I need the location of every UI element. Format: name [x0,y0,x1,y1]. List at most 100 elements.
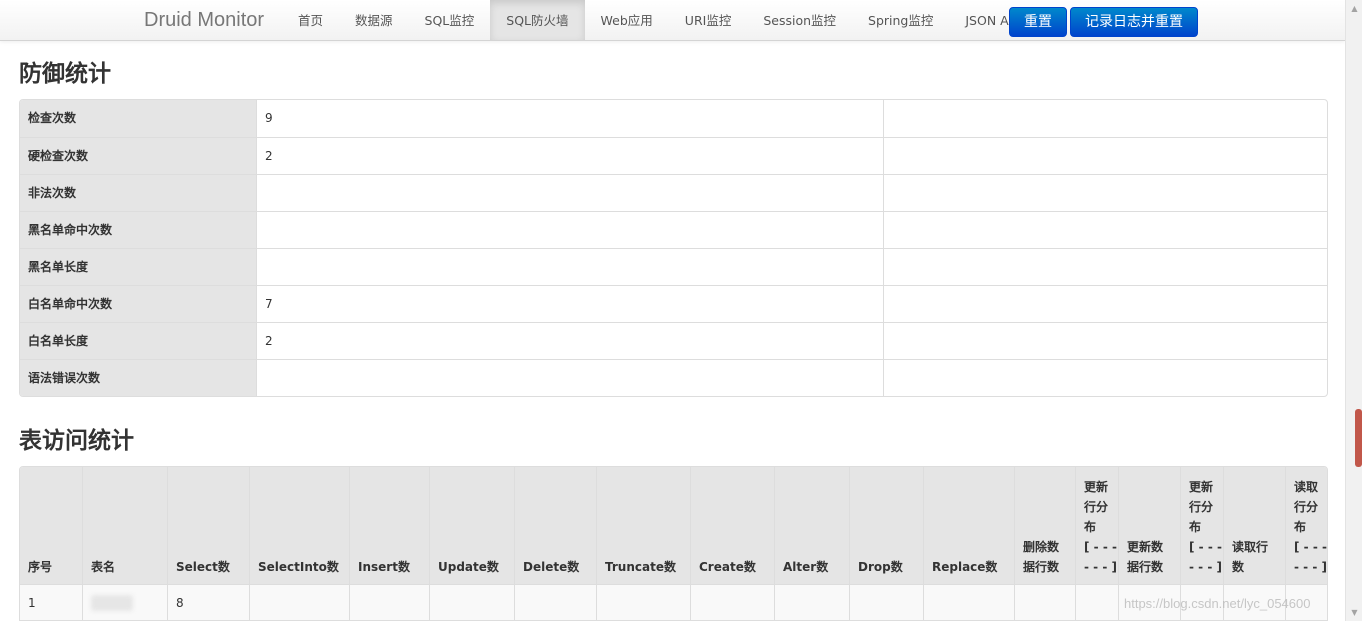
column-header[interactable]: 读取 行分布 [ - - - - - - ] [1285,467,1327,584]
column-header-label: 更新数 据行数 [1127,537,1163,577]
column-header[interactable]: 更新 行分布 [ - - - - - - ] [1180,467,1223,584]
column-header[interactable]: Truncate数 [596,467,690,584]
table-cell [249,585,349,620]
scroll-thumb[interactable] [1355,409,1362,467]
column-header-label: 读取行数 [1232,537,1268,577]
stats-row: 白名单长度 2 [20,322,1327,359]
vertical-scrollbar[interactable]: ▲ ▼ [1345,0,1362,621]
stats-value: 2 [257,138,884,174]
nav-item-2[interactable]: SQL监控 [409,0,491,40]
log-and-reset-button[interactable]: 记录日志并重置 [1070,7,1198,37]
column-header[interactable]: Update数 [429,467,514,584]
column-header-line: 序号 [28,560,53,574]
column-header-label: Update数 [438,557,499,577]
stats-empty-cell [884,138,1327,174]
column-header[interactable]: 删除数 据行数 [1014,467,1075,584]
column-header-line: 数 [1232,560,1245,574]
stats-row: 硬检查次数 2 [20,137,1327,174]
column-header-label: Drop数 [858,557,903,577]
column-header-line: 读取行 [1232,540,1269,554]
column-header-label: Replace数 [932,557,997,577]
stats-label: 语法错误次数 [20,360,257,396]
scroll-up-arrow-icon[interactable]: ▲ [1346,0,1362,17]
nav-item-4[interactable]: Web应用 [585,0,669,40]
column-header[interactable]: 读取行数 [1223,467,1285,584]
table-access-title: 表访问统计 [19,428,134,454]
column-header[interactable]: Insert数 [349,467,429,584]
column-header-line: - - - ] [1294,560,1327,574]
nav-menu: 首页 数据源 SQL监控 SQL防火墙 Web应用 URI监控 Session监控 Sprin… [282,0,1036,40]
column-header-label: 更新 行分布 [ - - - - - - ] [1084,477,1117,577]
column-header-line: - - - ] [1084,560,1117,574]
column-header[interactable]: Replace数 [923,467,1014,584]
nav-item-1[interactable]: 数据源 [339,0,409,40]
column-header-line: SelectInto数 [258,560,339,574]
stats-row: 检查次数 9 [20,100,1327,137]
column-header-line: Delete数 [523,560,580,574]
nav-item-5[interactable]: URI监控 [669,0,748,40]
nav-item-7[interactable]: Spring监控 [852,0,949,40]
column-header[interactable]: SelectInto数 [249,467,349,584]
column-header-label: Select数 [176,557,230,577]
column-header-line: Select数 [176,560,230,574]
table-cell [429,585,514,620]
stats-label: 硬检查次数 [20,138,257,174]
stats-row: 非法次数 [20,174,1327,211]
column-header-line: 据行数 [1127,560,1164,574]
column-header-label: Delete数 [523,557,579,577]
stats-row: 黑名单命中次数 [20,211,1327,248]
scroll-down-arrow-icon[interactable]: ▼ [1346,604,1362,621]
column-header-line: Create数 [699,560,756,574]
column-header-line: 布 [1189,520,1202,534]
column-header[interactable]: Delete数 [514,467,596,584]
column-header-line: 更新 [1084,480,1109,494]
stats-value [257,360,884,396]
column-header-label: 表名 [91,557,115,577]
column-header[interactable]: 表名 [82,467,167,584]
column-header-line: [ - - - [1294,540,1327,554]
defense-stats-table: 检查次数 9 硬检查次数 2 非法次数 黑名单命中次数 黑名单长度 白名单命中次数 7 白名单长度… [19,99,1328,397]
stats-empty-cell [884,100,1327,137]
column-header-line: 行分 [1084,500,1109,514]
column-header-line: Truncate数 [605,560,676,574]
column-header-label: Insert数 [358,557,410,577]
column-header[interactable]: Create数 [690,467,774,584]
column-header-line: 更新 [1189,480,1214,494]
column-header-line: 表名 [91,560,116,574]
reset-button[interactable]: 重置 [1009,7,1067,37]
defense-stats-title: 防御统计 [19,61,111,87]
table-cell [849,585,923,620]
column-header[interactable]: 更新数 据行数 [1118,467,1180,584]
column-header-line: [ - - - [1084,540,1117,554]
column-header[interactable]: Drop数 [849,467,923,584]
column-header-line: Drop数 [858,560,903,574]
column-header[interactable]: 序号 [20,467,82,584]
column-header-label: 删除数 据行数 [1023,537,1059,577]
stats-value [257,212,884,248]
stats-label: 白名单命中次数 [20,286,257,322]
stats-label: 非法次数 [20,175,257,211]
nav-item-0[interactable]: 首页 [282,0,339,40]
column-header[interactable]: 更新 行分布 [ - - - - - - ] [1075,467,1118,584]
nav-item-6[interactable]: Session监控 [747,0,852,40]
column-header[interactable]: Select数 [167,467,249,584]
stats-row: 白名单命中次数 7 [20,285,1327,322]
stats-value [257,249,884,285]
column-header-line: 读取 [1294,480,1319,494]
column-header-line: Alter数 [783,560,829,574]
nav-item-3[interactable]: SQL防火墙 [490,0,585,40]
stats-empty-cell [884,286,1327,322]
stats-value [257,175,884,211]
stats-value: 7 [257,286,884,322]
stats-label: 白名单长度 [20,323,257,359]
brand-title[interactable]: Druid Monitor [144,9,264,32]
table-cell [1075,585,1118,620]
column-header[interactable]: Alter数 [774,467,849,584]
column-header-label: Create数 [699,557,756,577]
stats-empty-cell [884,323,1327,359]
table-header: 序号 表名 Select数 SelectInto数 Insert数 Update数 Dele… [20,467,1327,584]
column-header-label: Alter数 [783,557,828,577]
table-cell: 1 [28,596,36,610]
column-header-label: Truncate数 [605,557,676,577]
table-cell [596,585,690,620]
